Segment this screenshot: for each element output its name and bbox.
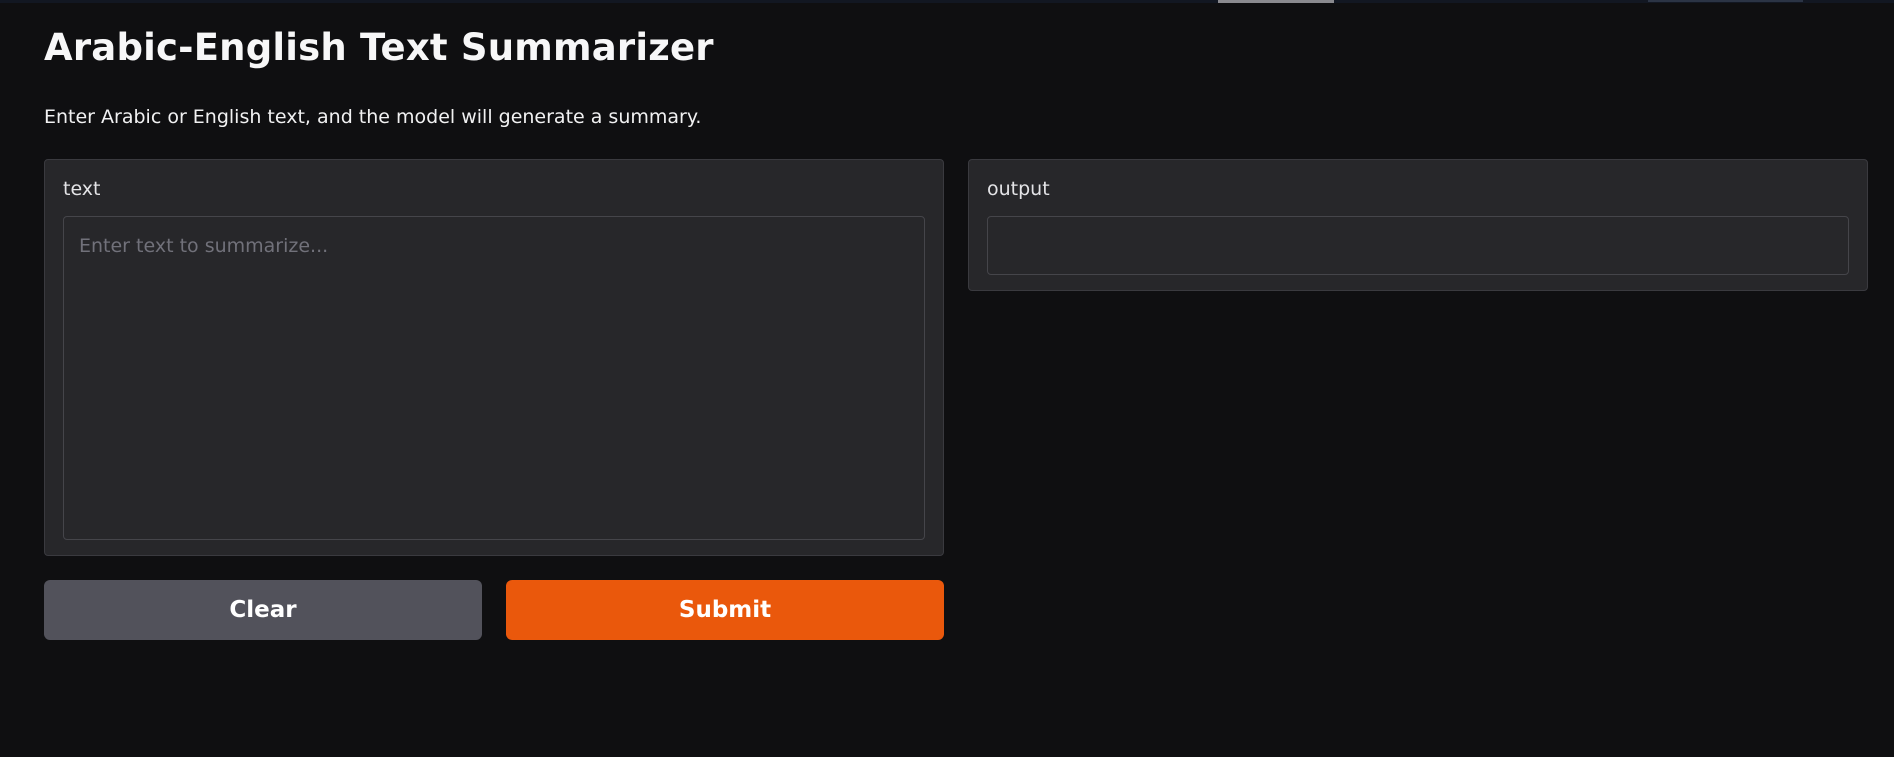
output-label: output [987,178,1050,200]
output-panel: output [968,159,1868,291]
top-bar-segment [1218,0,1334,3]
top-progress-bar [0,0,1894,3]
output-field[interactable] [987,216,1849,275]
text-input-container [63,216,925,540]
top-bar-segment [1648,0,1803,2]
page-title: Arabic-English Text Summarizer [44,26,714,69]
input-label: text [63,178,101,200]
input-panel: text [44,159,944,556]
page-description: Enter Arabic or English text, and the mo… [44,106,702,128]
submit-button[interactable]: Submit [506,580,944,640]
clear-button[interactable]: Clear [44,580,482,640]
text-input[interactable] [64,217,924,539]
